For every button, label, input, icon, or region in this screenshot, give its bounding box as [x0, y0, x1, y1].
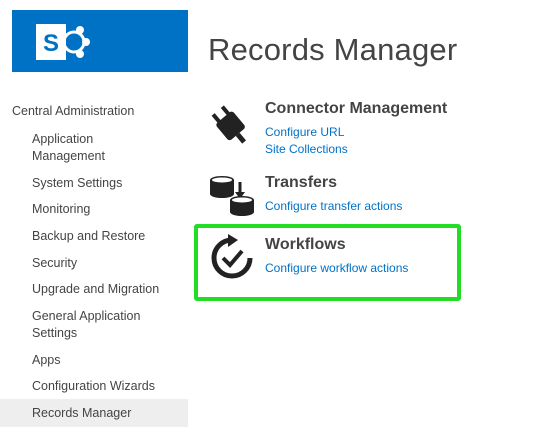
plug-icon [211, 105, 247, 144]
section-title: Connector Management [265, 100, 448, 117]
nav-root-central-administration[interactable]: Central Administration [12, 104, 134, 118]
nav-item-system-settings[interactable]: System Settings [0, 175, 188, 192]
nav-item-general-application-settings[interactable]: General Application Settings [0, 308, 150, 342]
nav-item-apps[interactable]: Apps [0, 352, 188, 369]
nav-item-upgrade-and-migration[interactable]: Upgrade and Migration [0, 281, 188, 298]
sharepoint-logo-icon: S [36, 24, 90, 60]
section-title: Transfers [265, 174, 338, 191]
workflows-highlight-box [194, 224, 461, 301]
nav-item-backup-and-restore[interactable]: Backup and Restore [0, 228, 188, 245]
database-transfer-icon [210, 176, 254, 216]
site-collections-link[interactable]: Site Collections [265, 141, 348, 157]
nav-item-application-management[interactable]: Application Management [0, 131, 140, 165]
configure-url-link[interactable]: Configure URL [265, 124, 344, 140]
sharepoint-logo[interactable]: S [12, 10, 188, 72]
nav-item-configuration-wizards[interactable]: Configuration Wizards [0, 378, 188, 395]
nav-item-records-manager[interactable]: Records Manager [0, 399, 188, 427]
nav-item-monitoring[interactable]: Monitoring [0, 201, 188, 218]
logo-letter: S [43, 30, 59, 57]
nav-item-security[interactable]: Security [0, 255, 188, 272]
page-title: Records Manager [208, 32, 458, 67]
configure-transfer-actions-link[interactable]: Configure transfer actions [265, 198, 402, 214]
